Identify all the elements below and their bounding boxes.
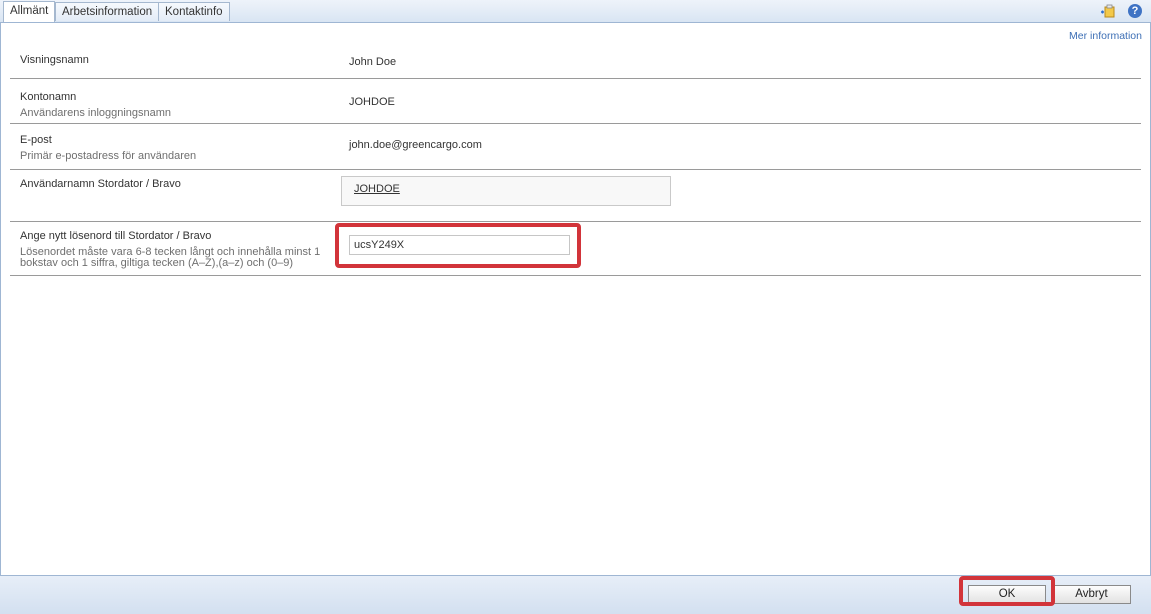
row-account-name (10, 79, 1141, 124)
ok-highlight-box (959, 576, 1055, 606)
cancel-button[interactable]: Avbryt (1052, 585, 1131, 604)
account-name-value: JOHDOE (349, 96, 395, 108)
tab-kontaktinfo[interactable]: Kontaktinfo (158, 2, 230, 21)
tab-arbetsinformation[interactable]: Arbetsinformation (55, 2, 160, 21)
row-email (10, 124, 1141, 170)
mainframe-username-value: JOHDOE (354, 183, 400, 195)
password-highlight-box (335, 223, 581, 268)
display-name-label: Visningsnamn (20, 54, 89, 66)
account-name-label: Kontonamn (20, 91, 77, 103)
email-label: E-post (20, 134, 52, 146)
more-information-link[interactable]: Mer information (1069, 30, 1142, 42)
add-item-icon[interactable] (1101, 4, 1115, 18)
new-password-label: Ange nytt lösenord till Stordator / Brav… (20, 230, 212, 242)
help-icon[interactable]: ? (1128, 4, 1142, 18)
new-password-description-line2: bokstav och 1 siffra, giltiga tecken (A–… (20, 257, 294, 269)
tab-allmant[interactable]: Allmänt (3, 1, 56, 22)
email-value: john.doe@greencargo.com (349, 139, 482, 151)
account-name-description: Användarens inloggningsnamn (20, 107, 172, 119)
display-name-value: John Doe (349, 56, 397, 68)
tab-strip: Allmänt Arbetsinformation Kontaktinfo ? (0, 0, 1151, 23)
email-description: Primär e-postadress för användaren (20, 150, 197, 162)
row-display-name (10, 46, 1141, 79)
mainframe-username-label: Användarnamn Stordator / Bravo (20, 178, 181, 190)
mainframe-username-field: JOHDOE (341, 176, 671, 206)
